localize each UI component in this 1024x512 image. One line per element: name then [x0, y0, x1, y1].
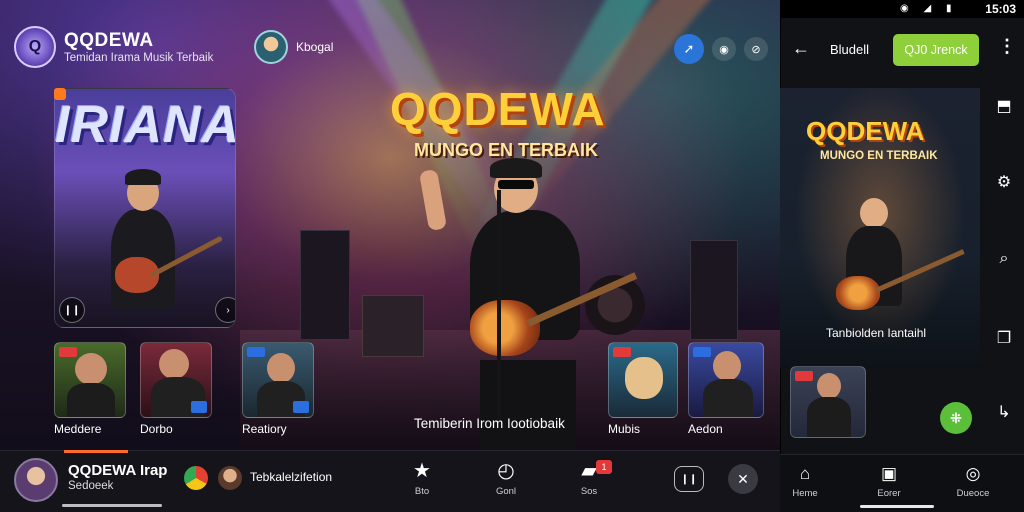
feature-card-title: IRIANA — [55, 96, 236, 154]
thumbnail-label: Mubis — [608, 422, 641, 436]
expand-icon[interactable]: › — [215, 297, 235, 323]
more-icon[interactable]: ⋮ — [998, 36, 1016, 57]
nav-label: Dueoce — [956, 488, 990, 499]
thumbnail-label: Dorbo — [140, 422, 173, 436]
search-icon[interactable]: ⌕ — [994, 250, 1014, 268]
gear-icon[interactable]: ⚙ — [994, 172, 1014, 192]
copy-icon[interactable]: ⊘ — [744, 37, 768, 61]
active-indicator — [64, 450, 128, 453]
star-icon: ★ — [413, 460, 431, 482]
accent-tag — [54, 88, 66, 100]
nav-label: Sos — [580, 486, 598, 497]
badge — [293, 401, 309, 413]
phone-nav-library[interactable]: ▣ Eorer — [862, 464, 916, 499]
share-icon[interactable]: ➚ — [674, 34, 704, 64]
pause-icon[interactable]: ❙❙ — [59, 297, 85, 323]
speaker-stack — [690, 240, 738, 340]
user-name: Kbogal — [296, 40, 334, 54]
nav-label: Eorer — [877, 488, 901, 499]
thumbnail-card[interactable] — [140, 342, 212, 418]
thumbnail-card[interactable] — [688, 342, 764, 418]
progress-bar[interactable] — [62, 504, 162, 507]
library-icon: ▣ — [880, 464, 898, 483]
feature-card[interactable]: IRIANA ❙❙ › — [54, 88, 236, 328]
now-playing-subtitle: Sedoeek — [68, 480, 114, 492]
speaker-stack — [300, 230, 350, 340]
progress-fill — [62, 504, 162, 507]
mic-stand — [497, 190, 501, 420]
nav-label: Gonl — [495, 486, 517, 497]
avatar[interactable] — [254, 30, 288, 64]
chip-label[interactable]: Tebkalelzifetion — [250, 470, 332, 484]
back-arrow-icon[interactable]: ← — [792, 38, 810, 59]
profile-icon: ◎ — [965, 464, 981, 483]
phone-nav-home[interactable]: ⌂ Heme — [778, 464, 832, 499]
thumbnail-card[interactable] — [608, 342, 678, 418]
hero-caption: Temiberin Irom Iootiobaik — [414, 416, 565, 431]
bottom-player-bar — [0, 450, 780, 512]
avatar[interactable] — [218, 466, 242, 490]
user-chip[interactable]: Kbogal — [254, 30, 333, 64]
phone-caption: Tanbiolden Iantaihl — [826, 326, 927, 340]
badge — [59, 347, 77, 357]
nav-item-gonl[interactable]: ◴ Gonl — [482, 460, 530, 497]
action-button[interactable]: QJ0 Jrenck — [893, 34, 979, 66]
queue-button[interactable]: ❙❙ — [674, 466, 704, 492]
thumbnail-label: Meddere — [54, 422, 102, 436]
info-icon[interactable]: ◉ — [712, 37, 736, 61]
app-screen: Q QQDEWA Temidan Irama Musik Terbaik Kbo… — [0, 0, 1024, 512]
badge — [795, 371, 813, 381]
nav-label: Heme — [792, 488, 818, 499]
share-icon[interactable]: ↳ — [994, 402, 1014, 422]
badge — [693, 347, 711, 357]
thumbnail-card[interactable] — [54, 342, 126, 418]
badge — [613, 347, 631, 357]
app-logo[interactable]: Q — [14, 26, 56, 68]
phone-thumbnail[interactable] — [790, 366, 866, 438]
hero-title: QQDEWA — [390, 83, 606, 135]
badge — [247, 347, 265, 357]
status-icons: ◉ ◢ ▮ — [900, 3, 958, 14]
app-header: Q QQDEWA Temidan Irama Musik Terbaik — [14, 26, 213, 68]
amplifier — [362, 295, 424, 357]
chrome-icon[interactable] — [184, 466, 208, 490]
phone-hero-tagline: MUNGO EN TERBAIK — [820, 150, 938, 162]
copy-icon[interactable]: ❐ — [994, 328, 1014, 348]
timer-icon: ◴ — [497, 460, 515, 482]
thumbnail-label: Aedon — [688, 422, 723, 436]
now-playing-title[interactable]: QQDEWA Irap — [68, 462, 167, 479]
close-button[interactable]: ✕ — [728, 464, 758, 494]
nav-label: Bto — [414, 486, 430, 497]
add-button[interactable]: ⁜ — [940, 402, 972, 434]
thumbnail-card[interactable] — [242, 342, 314, 418]
home-icon: ⌂ — [799, 464, 811, 483]
app-subtitle: Temidan Irama Musik Terbaik — [64, 52, 214, 64]
now-playing-avatar[interactable] — [14, 458, 58, 502]
phone-title: Bludell — [830, 42, 870, 57]
badge — [191, 401, 207, 413]
phone-nav-profile[interactable]: ◎ Dueoce — [946, 464, 1000, 499]
status-time: 15:03 — [985, 2, 1016, 16]
nav-item-bto[interactable]: ★ Bto — [398, 460, 446, 497]
phone-hero-title: QQDEWA — [806, 116, 925, 146]
home-indicator[interactable] — [860, 505, 934, 508]
thumbnail-label: Reatiory — [242, 422, 287, 436]
top-actions: ➚ ◉ ⊘ — [674, 34, 768, 64]
bookmark-icon[interactable]: ⬒ — [994, 96, 1014, 116]
notification-badge: 1 — [596, 460, 612, 474]
app-title: QQDEWA — [64, 30, 154, 51]
status-bar: ◉ ◢ ▮ 15:03 — [780, 0, 1024, 18]
